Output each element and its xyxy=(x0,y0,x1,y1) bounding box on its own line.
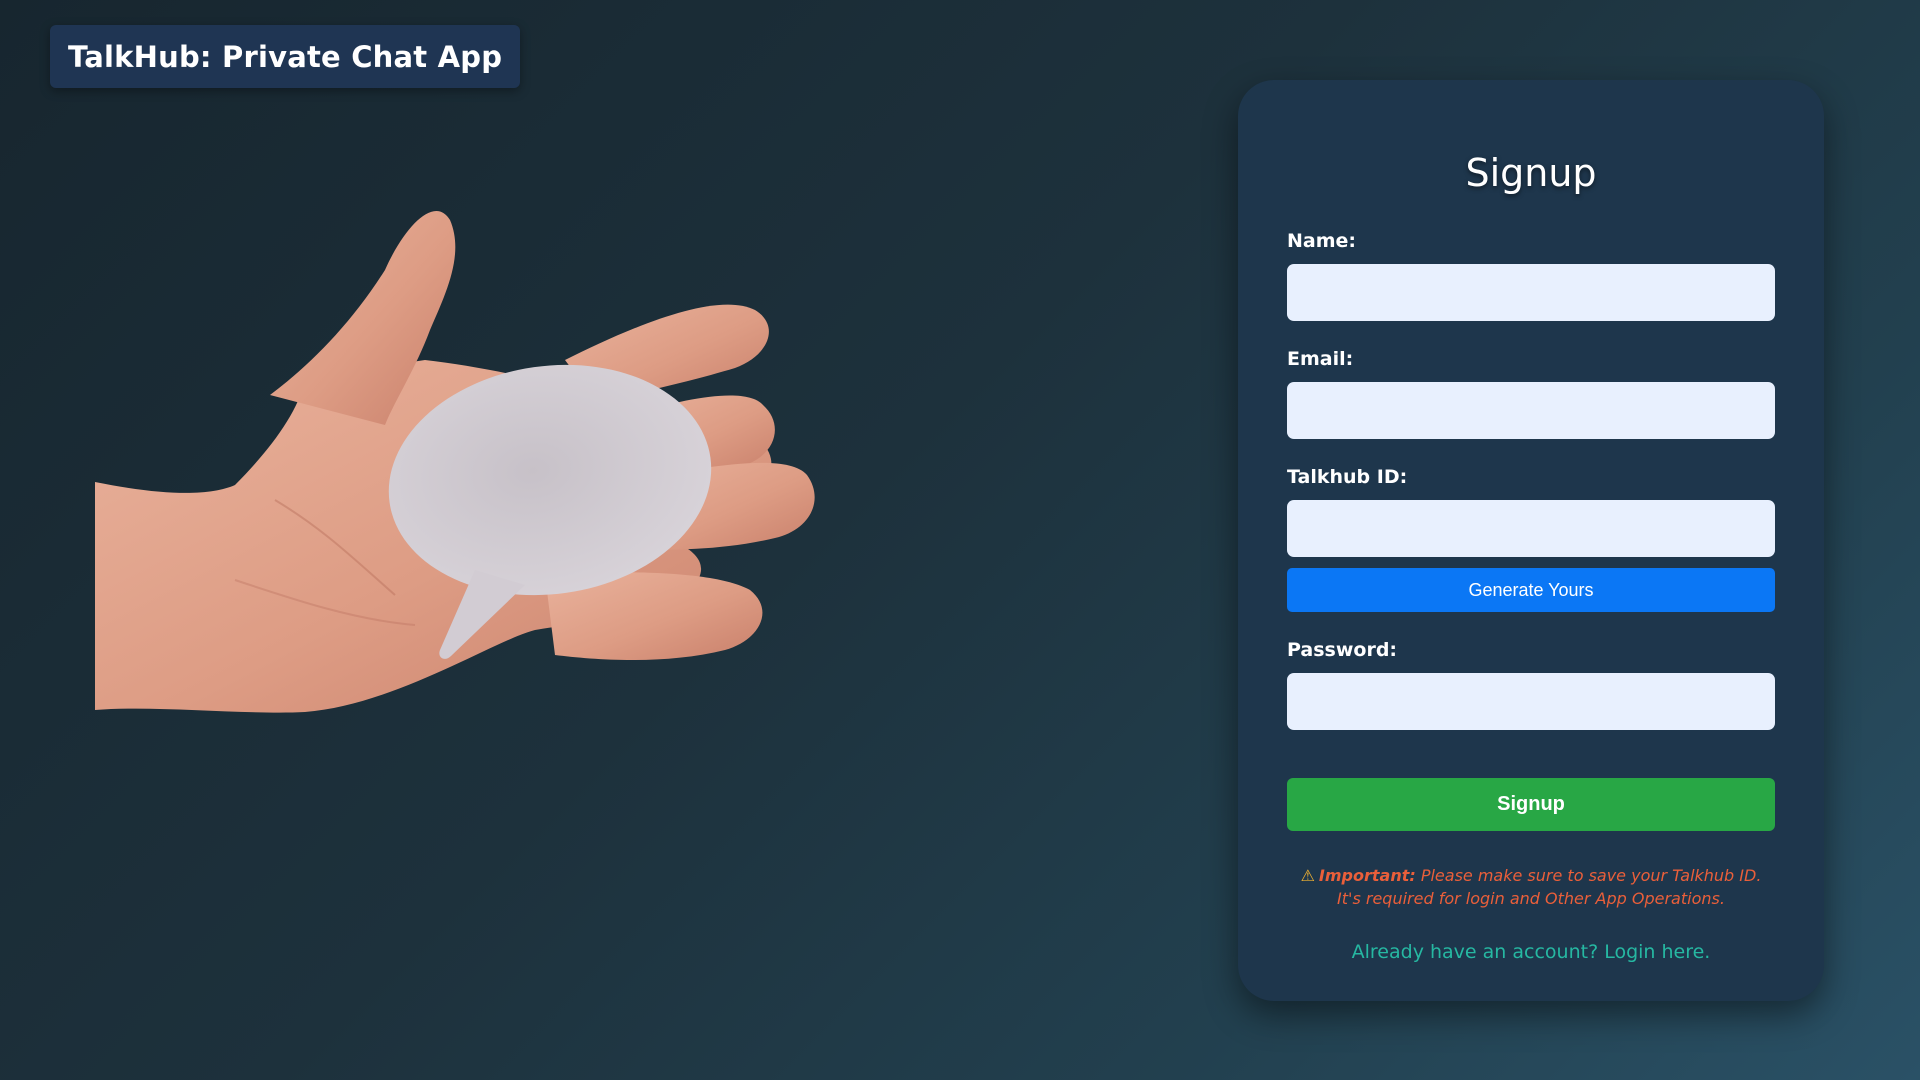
notice-strong: Important: xyxy=(1318,866,1416,885)
talkhub-id-label: Talkhub ID: xyxy=(1287,466,1408,488)
password-label: Password: xyxy=(1287,639,1398,661)
warning-icon: ⚠ xyxy=(1300,866,1315,885)
name-label: Name: xyxy=(1287,230,1357,252)
password-group: Password: xyxy=(1287,637,1775,730)
signup-card: Signup Name: Email: Talkhub ID: Generate… xyxy=(1238,80,1824,1001)
email-group: Email: xyxy=(1287,346,1775,439)
name-group: Name: xyxy=(1287,228,1775,321)
password-input[interactable] xyxy=(1287,673,1775,730)
hand-holding-speech-bubble-illustration xyxy=(95,210,815,713)
email-input[interactable] xyxy=(1287,382,1775,439)
generate-id-button[interactable]: Generate Yours xyxy=(1287,568,1775,612)
name-input[interactable] xyxy=(1287,264,1775,321)
login-link[interactable]: Already have an account? Login here. xyxy=(1287,941,1775,963)
hero-image xyxy=(95,200,825,730)
id-save-notice: ⚠ Important: Please make sure to save you… xyxy=(1287,864,1775,910)
talkhub-id-input[interactable] xyxy=(1287,500,1775,557)
talkhub-id-group: Talkhub ID: Generate Yours xyxy=(1287,464,1775,612)
signup-button[interactable]: Signup xyxy=(1287,778,1775,831)
app-title: TalkHub: Private Chat App xyxy=(50,25,521,88)
email-label: Email: xyxy=(1287,348,1354,370)
signup-title: Signup xyxy=(1465,151,1597,195)
